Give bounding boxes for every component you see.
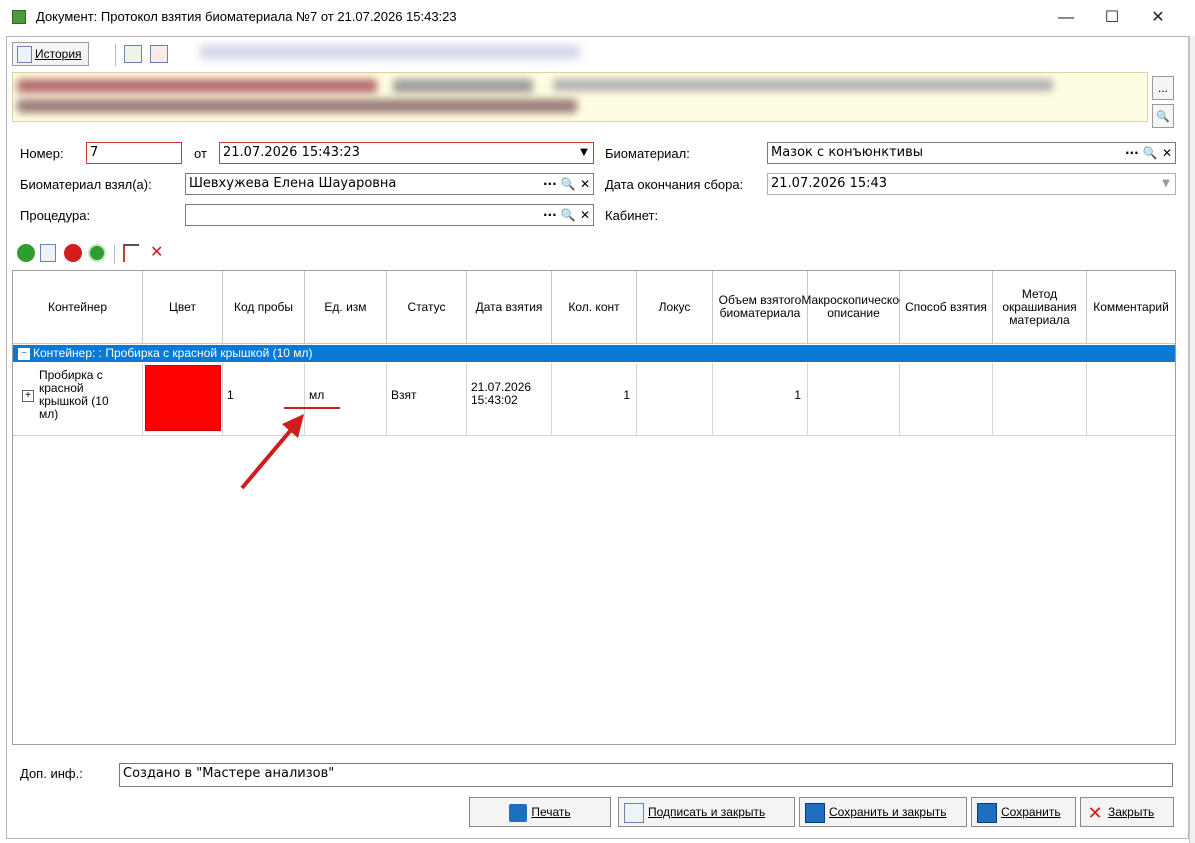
toolbar-divider <box>115 44 116 66</box>
delete-icon[interactable] <box>64 244 82 262</box>
cell-locus[interactable] <box>637 363 713 436</box>
refresh-icon[interactable] <box>88 244 106 262</box>
chevron-down-icon[interactable]: ▼ <box>577 145 591 161</box>
save-close-label: Сохранить и закрыть <box>829 805 947 819</box>
cell-count[interactable]: 1 <box>552 363 637 436</box>
save-and-close-button[interactable]: Сохранить и закрыть <box>799 797 967 827</box>
banner-search-button[interactable]: 🔍 <box>1152 104 1174 128</box>
search-icon: 🔍 <box>1156 111 1170 123</box>
chevron-down-icon[interactable]: ▼ <box>1159 176 1173 192</box>
cell-stain[interactable] <box>993 363 1087 436</box>
annotation-arrow <box>240 414 304 490</box>
patient-banner <box>12 72 1148 122</box>
maximize-button[interactable]: ☐ <box>1089 0 1135 36</box>
biomaterial-value: Мазок с конъюнктивы <box>771 145 924 160</box>
close-icon: ✕ <box>1087 802 1103 823</box>
blurred-toolbar-text <box>200 45 580 59</box>
cell-comment[interactable] <box>1087 363 1175 436</box>
col-header-method[interactable]: Способ взятия <box>900 271 993 344</box>
number-field[interactable]: 7 <box>86 142 182 164</box>
collapse-icon[interactable]: − <box>18 347 30 360</box>
cell-unit[interactable]: мл <box>305 363 387 436</box>
filter-icon[interactable] <box>123 244 139 262</box>
col-header-status[interactable]: Статус <box>387 271 467 344</box>
col-header-code[interactable]: Код пробы <box>223 271 305 344</box>
close-window-button[interactable]: ✕ <box>1135 0 1181 36</box>
printer-icon <box>509 803 528 822</box>
date-from-label: от <box>194 146 207 161</box>
taken-by-field[interactable]: Шевхужева Елена Шауаровна ··· 🔍 ✕ <box>185 173 594 195</box>
group-label: Контейнер: : Пробирка с красной крышкой … <box>33 346 313 360</box>
end-date-label: Дата окончания сбора: <box>605 177 744 192</box>
history-label: История <box>35 47 82 61</box>
containers-grid[interactable]: Контейнер Цвет Код пробы Ед. изм Статус … <box>12 270 1176 745</box>
edit-icon[interactable] <box>40 244 56 262</box>
expand-icon[interactable]: + <box>22 390 34 402</box>
clear-filter-icon[interactable]: ✕ <box>150 244 168 262</box>
document-date-field[interactable]: 21.07.2026 15:43:23 ▼ <box>219 142 594 164</box>
procedure-label: Процедура: <box>20 208 91 223</box>
biomaterial-field[interactable]: Мазок с конъюнктивы ··· 🔍 ✕ <box>767 142 1176 164</box>
print-label: Печать <box>531 805 571 819</box>
col-header-macro[interactable]: Макроскопическое описание <box>801 271 906 344</box>
biomaterial-label: Биоматериал: <box>605 146 690 161</box>
procedure-field[interactable]: ··· 🔍 ✕ <box>185 204 594 226</box>
save-icon <box>977 802 997 823</box>
end-date-value: 21.07.2026 15:43 <box>771 176 888 191</box>
cell-color[interactable] <box>143 363 223 436</box>
col-header-container[interactable]: Контейнер <box>13 271 143 344</box>
color-swatch <box>145 365 221 431</box>
col-header-count[interactable]: Кол. конт <box>552 271 637 344</box>
lookup-buttons[interactable]: ··· 🔍 ✕ <box>1125 143 1172 163</box>
cabinet-label: Кабинет: <box>605 208 659 223</box>
col-header-comment[interactable]: Комментарий <box>1087 271 1175 344</box>
document-date-value: 21.07.2026 15:43:23 <box>223 145 360 160</box>
history-icon <box>17 46 32 64</box>
save-label: Сохранить <box>1001 805 1061 819</box>
sign-doc-icon <box>624 802 644 823</box>
col-header-volume[interactable]: Объем взятого биоматериала <box>713 271 808 344</box>
minimize-button[interactable]: — <box>1043 0 1089 36</box>
col-header-stain[interactable]: Метод окрашивания материала <box>993 271 1087 344</box>
print-button[interactable]: Печать <box>469 797 611 827</box>
cell-macro[interactable] <box>808 363 900 436</box>
container-name: Пробирка с красной крышкой (10 мл) <box>39 368 109 421</box>
group-row[interactable]: − Контейнер: : Пробирка с красной крышкой… <box>13 345 1175 362</box>
cell-volume[interactable]: 1 <box>713 363 808 436</box>
save-icon <box>805 802 825 823</box>
close-label: Закрыть <box>1108 805 1155 819</box>
lookup-buttons[interactable]: ··· 🔍 ✕ <box>543 205 590 225</box>
cell-status[interactable]: Взят <box>387 363 467 436</box>
history-button[interactable]: История <box>12 42 89 66</box>
col-header-locus[interactable]: Локус <box>637 271 713 344</box>
taken-by-value: Шевхужева Елена Шауаровна <box>189 176 397 191</box>
sign-close-label: Подписать и закрыть <box>648 805 766 819</box>
sign-icon[interactable] <box>124 45 142 63</box>
col-header-date[interactable]: Дата взятия <box>467 271 552 344</box>
sign-and-close-button[interactable]: Подписать и закрыть <box>618 797 795 827</box>
doc-info-label: Доп. инф.: <box>20 766 83 781</box>
lookup-buttons[interactable]: ··· 🔍 ✕ <box>543 174 590 194</box>
banner-more-button[interactable]: ... <box>1152 76 1174 100</box>
save-button[interactable]: Сохранить <box>971 797 1076 827</box>
taken-by-label: Биоматериал взял(а): <box>20 177 152 192</box>
app-icon <box>12 10 26 24</box>
add-icon[interactable] <box>17 244 35 262</box>
end-date-field[interactable]: 21.07.2026 15:43 ▼ <box>767 173 1176 195</box>
annotation-underline <box>284 407 340 409</box>
unsign-icon[interactable] <box>150 45 168 63</box>
window-title: Документ: Протокол взятия биоматериала №… <box>36 9 457 24</box>
col-header-color[interactable]: Цвет <box>143 271 223 344</box>
col-header-unit[interactable]: Ед. изм <box>305 271 387 344</box>
title-bar: Документ: Протокол взятия биоматериала №… <box>0 0 1195 36</box>
number-label: Номер: <box>20 146 64 161</box>
cell-date[interactable]: 21.07.2026 15:43:02 <box>467 363 552 436</box>
toolbar-divider <box>114 244 115 264</box>
cell-container[interactable]: + Пробирка с красной крышкой (10 мл) <box>13 363 143 436</box>
close-button[interactable]: ✕ Закрыть <box>1080 797 1174 827</box>
background-window-edge <box>1189 36 1195 843</box>
doc-info-field[interactable]: Создано в "Мастере анализов" <box>119 763 1173 787</box>
cell-method[interactable] <box>900 363 993 436</box>
